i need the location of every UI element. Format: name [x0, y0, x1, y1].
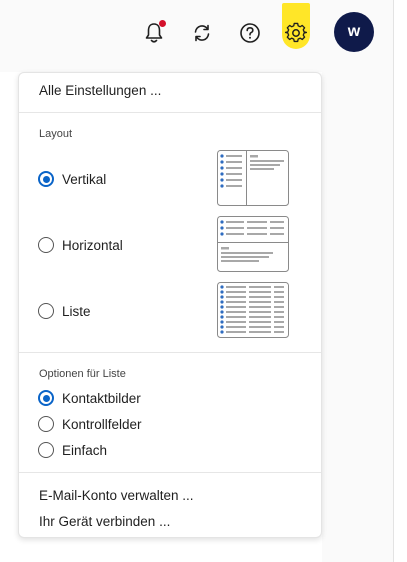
sync-button[interactable]	[190, 20, 214, 46]
background-strip	[322, 72, 394, 562]
gear-icon	[285, 22, 307, 43]
list-option-checkboxes[interactable]: Kontrollfelder	[38, 416, 142, 432]
settings-button[interactable]	[284, 20, 308, 46]
radio-label: Kontrollfelder	[62, 416, 142, 432]
avatar[interactable]: w	[334, 12, 374, 52]
sync-icon	[194, 24, 210, 42]
vertical-layout-preview-icon[interactable]	[217, 150, 289, 206]
layout-option-vertical[interactable]: Vertikal	[38, 171, 106, 187]
list-layout-preview-icon[interactable]	[217, 282, 289, 338]
all-settings-link[interactable]: Alle Einstellungen ...	[39, 83, 161, 98]
layout-option-list[interactable]: Liste	[38, 303, 91, 319]
radio-contact-pictures[interactable]	[38, 390, 54, 406]
radio-label: Horizontal	[62, 237, 123, 253]
menu-divider	[19, 352, 321, 353]
radio-simple[interactable]	[38, 442, 54, 458]
menu-divider	[19, 472, 321, 473]
radio-horizontal[interactable]	[38, 237, 54, 253]
radio-label: Vertikal	[62, 171, 107, 187]
layout-option-horizontal[interactable]: Horizontal	[38, 237, 123, 253]
radio-label: Einfach	[62, 442, 108, 458]
edge-area	[394, 0, 407, 562]
manage-account-link[interactable]: E-Mail-Konto verwalten ...	[39, 488, 194, 503]
connect-device-link[interactable]: Ihr Gerät verbinden ...	[39, 514, 170, 529]
horizontal-layout-preview-icon[interactable]	[217, 216, 289, 272]
menu-divider	[19, 112, 321, 113]
help-button[interactable]	[238, 20, 262, 46]
list-option-simple[interactable]: Einfach	[38, 442, 107, 458]
radio-label: Liste	[62, 303, 91, 319]
list-options-section-label: Optionen für Liste	[39, 368, 126, 380]
settings-menu: Alle Einstellungen ... Layout Vertikal H…	[18, 72, 322, 538]
list-option-contact-pictures[interactable]: Kontaktbilder	[38, 390, 141, 406]
notifications-button[interactable]	[142, 20, 166, 46]
notification-dot	[159, 20, 166, 27]
radio-vertical[interactable]	[38, 171, 54, 187]
layout-section-label: Layout	[39, 128, 73, 140]
help-icon	[240, 23, 260, 43]
radio-checkboxes[interactable]	[38, 416, 54, 432]
radio-label: Kontaktbilder	[62, 390, 141, 406]
radio-list[interactable]	[38, 303, 54, 319]
